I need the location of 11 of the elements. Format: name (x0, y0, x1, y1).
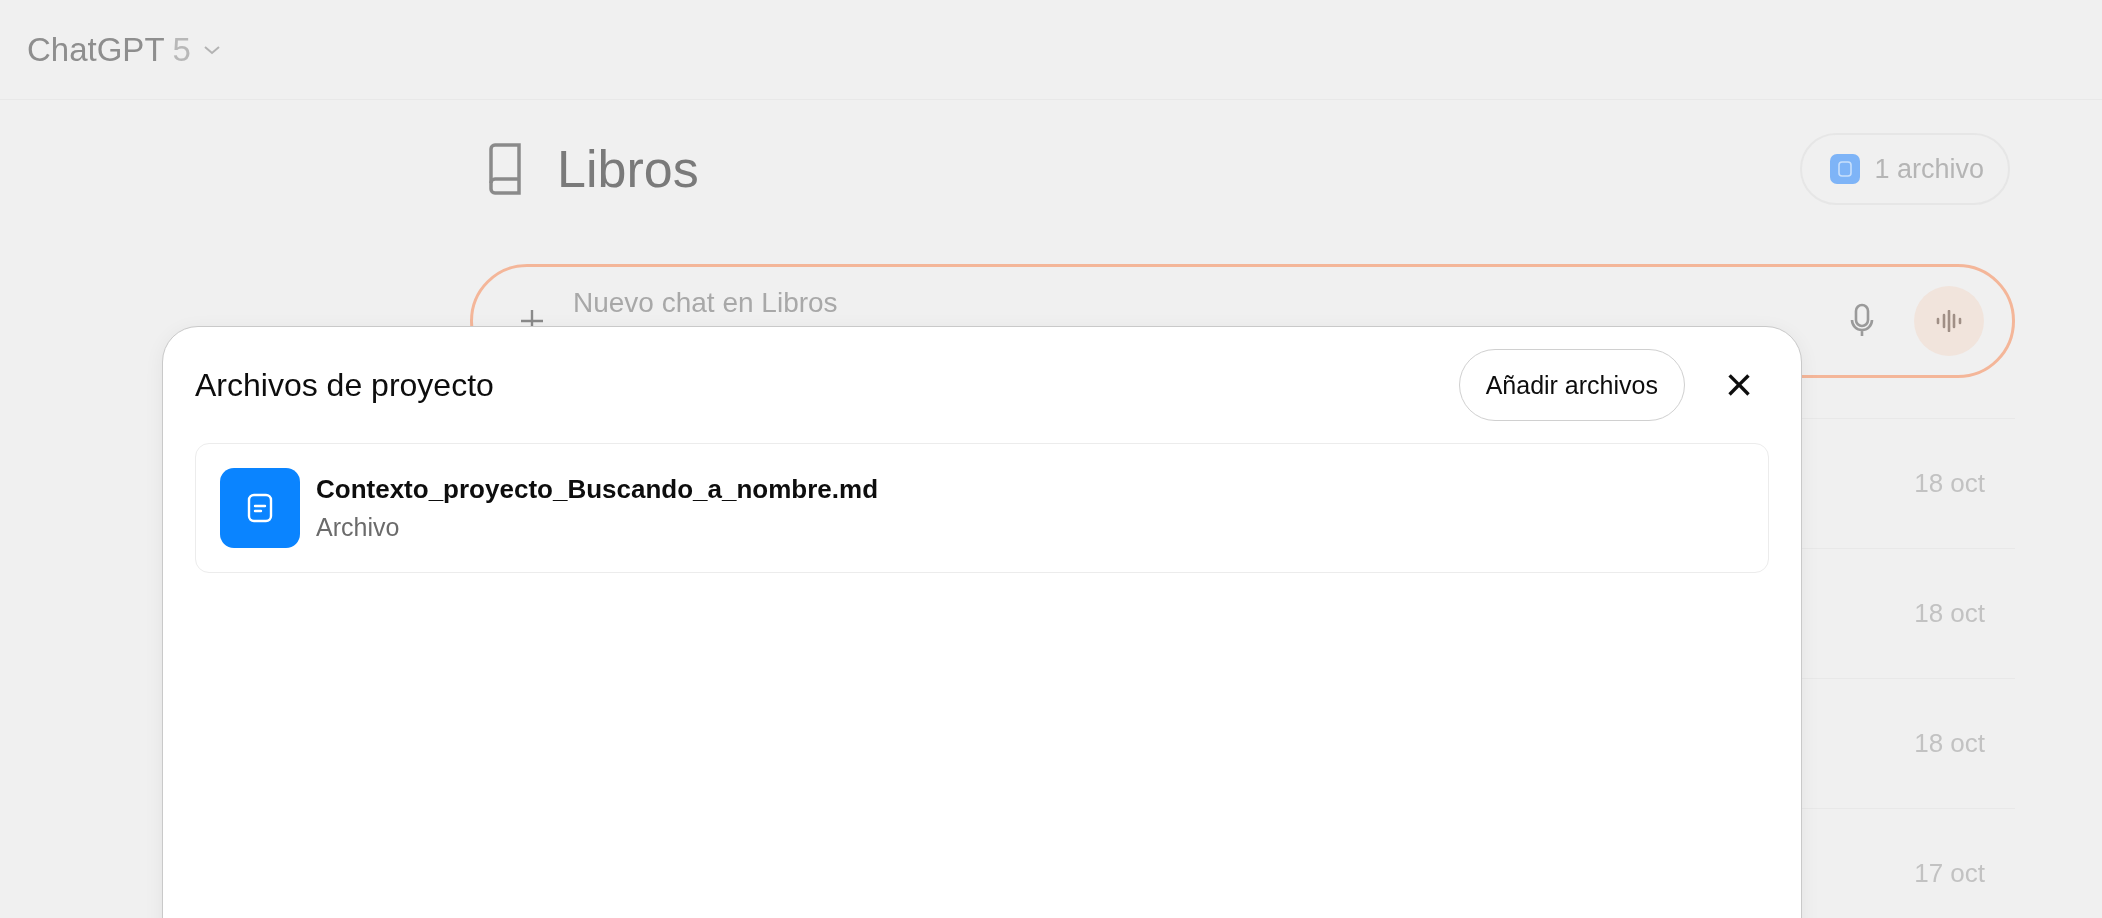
book-icon (487, 143, 523, 195)
file-card[interactable]: Contexto_proyecto_Buscando_a_nombre.md Archivo (195, 443, 1769, 573)
file-type: Archivo (316, 513, 401, 542)
project-title: Libros (557, 139, 699, 199)
microphone-icon[interactable] (1850, 303, 1874, 339)
waveform-icon (1935, 310, 1963, 332)
file-icon (1830, 154, 1861, 184)
file-name: Contexto_proyecto_Buscando_a_nombre.md (316, 474, 878, 505)
chevron-down-icon (202, 43, 221, 56)
add-files-button[interactable]: Añadir archivos (1458, 349, 1685, 421)
document-icon (220, 468, 300, 548)
